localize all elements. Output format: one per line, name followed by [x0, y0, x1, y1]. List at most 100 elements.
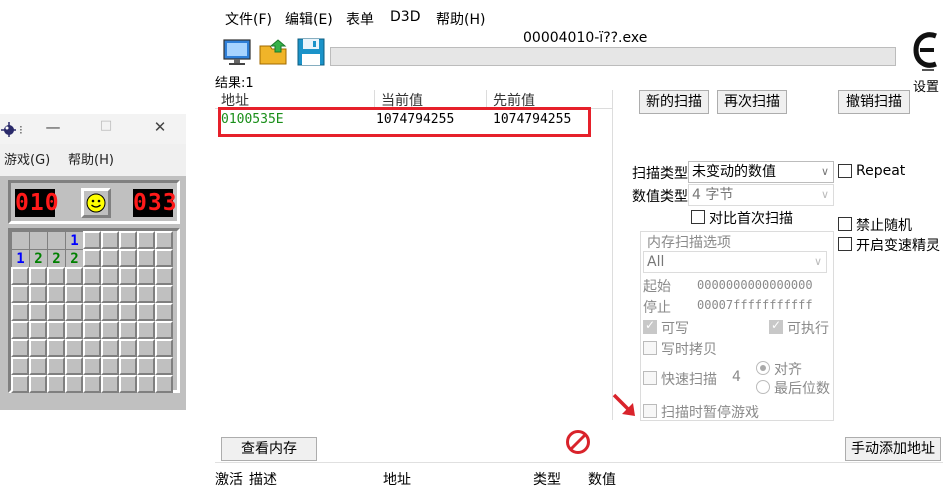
covered-cell[interactable]	[11, 357, 29, 375]
covered-cell[interactable]	[155, 231, 173, 249]
fast-scan-checkbox[interactable]	[643, 371, 657, 385]
covered-cell[interactable]	[65, 339, 83, 357]
covered-cell[interactable]	[119, 249, 137, 267]
cheat-engine-logo-icon[interactable]	[912, 30, 942, 76]
covered-cell[interactable]	[155, 375, 173, 393]
covered-cell[interactable]	[119, 267, 137, 285]
revealed-cell[interactable]: 2	[29, 249, 47, 267]
menu-table[interactable]: 表单	[346, 9, 374, 29]
process-list-icon[interactable]	[221, 36, 253, 68]
covered-cell[interactable]	[119, 339, 137, 357]
last-digits-radio[interactable]	[756, 380, 770, 394]
arrow-icon[interactable]	[609, 390, 639, 420]
column-current-value[interactable]: 当前值	[375, 90, 487, 109]
covered-cell[interactable]	[155, 303, 173, 321]
covered-cell[interactable]	[137, 249, 155, 267]
covered-cell[interactable]	[65, 375, 83, 393]
scan-results-list[interactable]: 地址 当前值 先前值 0100535E 1074794255 107479425…	[215, 90, 613, 420]
covered-cell[interactable]	[29, 375, 47, 393]
menu-help[interactable]: 帮助(H)	[436, 9, 485, 29]
covered-cell[interactable]	[11, 303, 29, 321]
covered-cell[interactable]	[11, 339, 29, 357]
covered-cell[interactable]	[83, 339, 101, 357]
fast-scan-value[interactable]: 4	[732, 369, 741, 385]
covered-cell[interactable]	[119, 285, 137, 303]
covered-cell[interactable]	[83, 303, 101, 321]
stop-icon[interactable]	[565, 429, 591, 455]
close-button[interactable]: ✕	[148, 118, 172, 136]
covered-cell[interactable]	[137, 321, 155, 339]
covered-cell[interactable]	[83, 321, 101, 339]
covered-cell[interactable]	[29, 357, 47, 375]
menu-help[interactable]: 帮助(H)	[68, 149, 114, 168]
column-active[interactable]: 激活	[215, 469, 243, 489]
covered-cell[interactable]	[101, 285, 119, 303]
covered-cell[interactable]	[155, 339, 173, 357]
minesweeper-titlebar[interactable]: ⁝ — □ ✕	[0, 114, 186, 144]
covered-cell[interactable]	[101, 267, 119, 285]
writable-checkbox[interactable]	[643, 318, 657, 334]
scan-type-select[interactable]: 未变动的数值 ∨	[688, 161, 834, 183]
covered-cell[interactable]	[29, 321, 47, 339]
speedhack-checkbox[interactable]	[838, 237, 852, 251]
smiley-button[interactable]	[81, 188, 111, 218]
covered-cell[interactable]	[119, 231, 137, 249]
column-type[interactable]: 类型	[533, 469, 561, 489]
covered-cell[interactable]	[11, 285, 29, 303]
covered-cell[interactable]	[47, 375, 65, 393]
covered-cell[interactable]	[119, 303, 137, 321]
covered-cell[interactable]	[47, 339, 65, 357]
covered-cell[interactable]	[137, 357, 155, 375]
covered-cell[interactable]	[137, 303, 155, 321]
menu-file[interactable]: 文件(F)	[225, 9, 272, 29]
covered-cell[interactable]	[83, 267, 101, 285]
covered-cell[interactable]	[101, 321, 119, 339]
minimize-button[interactable]: —	[41, 118, 65, 136]
covered-cell[interactable]	[29, 303, 47, 321]
covered-cell[interactable]	[47, 285, 65, 303]
covered-cell[interactable]	[65, 267, 83, 285]
open-file-icon[interactable]	[258, 36, 290, 68]
covered-cell[interactable]	[47, 321, 65, 339]
covered-cell[interactable]	[101, 249, 119, 267]
revealed-cell[interactable]	[47, 231, 65, 249]
menu-edit[interactable]: 编辑(E)	[285, 9, 333, 29]
covered-cell[interactable]	[119, 375, 137, 393]
covered-cell[interactable]	[101, 303, 119, 321]
covered-cell[interactable]	[83, 249, 101, 267]
compare-first-checkbox[interactable]	[691, 210, 705, 224]
covered-cell[interactable]	[29, 267, 47, 285]
repeat-checkbox[interactable]	[838, 164, 852, 178]
covered-cell[interactable]	[29, 285, 47, 303]
covered-cell[interactable]	[83, 357, 101, 375]
covered-cell[interactable]	[65, 357, 83, 375]
save-icon[interactable]	[295, 36, 327, 68]
column-previous-value[interactable]: 先前值	[487, 90, 613, 109]
revealed-cell[interactable]	[11, 231, 29, 249]
stop-address-field[interactable]: 00007fffffffffff	[697, 298, 813, 312]
covered-cell[interactable]	[83, 231, 101, 249]
covered-cell[interactable]	[155, 267, 173, 285]
column-address[interactable]: 地址	[215, 90, 375, 109]
covered-cell[interactable]	[101, 357, 119, 375]
covered-cell[interactable]	[119, 321, 137, 339]
maximize-button[interactable]: □	[94, 118, 118, 133]
pause-game-checkbox[interactable]	[643, 404, 657, 418]
covered-cell[interactable]	[137, 375, 155, 393]
revealed-cell[interactable]: 2	[65, 249, 83, 267]
covered-cell[interactable]	[155, 285, 173, 303]
covered-cell[interactable]	[137, 231, 155, 249]
covered-cell[interactable]	[119, 357, 137, 375]
covered-cell[interactable]	[11, 267, 29, 285]
settings-label[interactable]: 设置	[913, 76, 939, 95]
covered-cell[interactable]	[155, 357, 173, 375]
covered-cell[interactable]	[65, 285, 83, 303]
executable-checkbox[interactable]	[769, 318, 783, 334]
covered-cell[interactable]	[65, 303, 83, 321]
column-description[interactable]: 描述	[249, 469, 277, 489]
add-address-manually-button[interactable]: 手动添加地址	[845, 437, 941, 461]
undo-scan-button[interactable]: 撤销扫描	[838, 90, 910, 114]
covered-cell[interactable]	[101, 339, 119, 357]
covered-cell[interactable]	[47, 303, 65, 321]
covered-cell[interactable]	[155, 249, 173, 267]
